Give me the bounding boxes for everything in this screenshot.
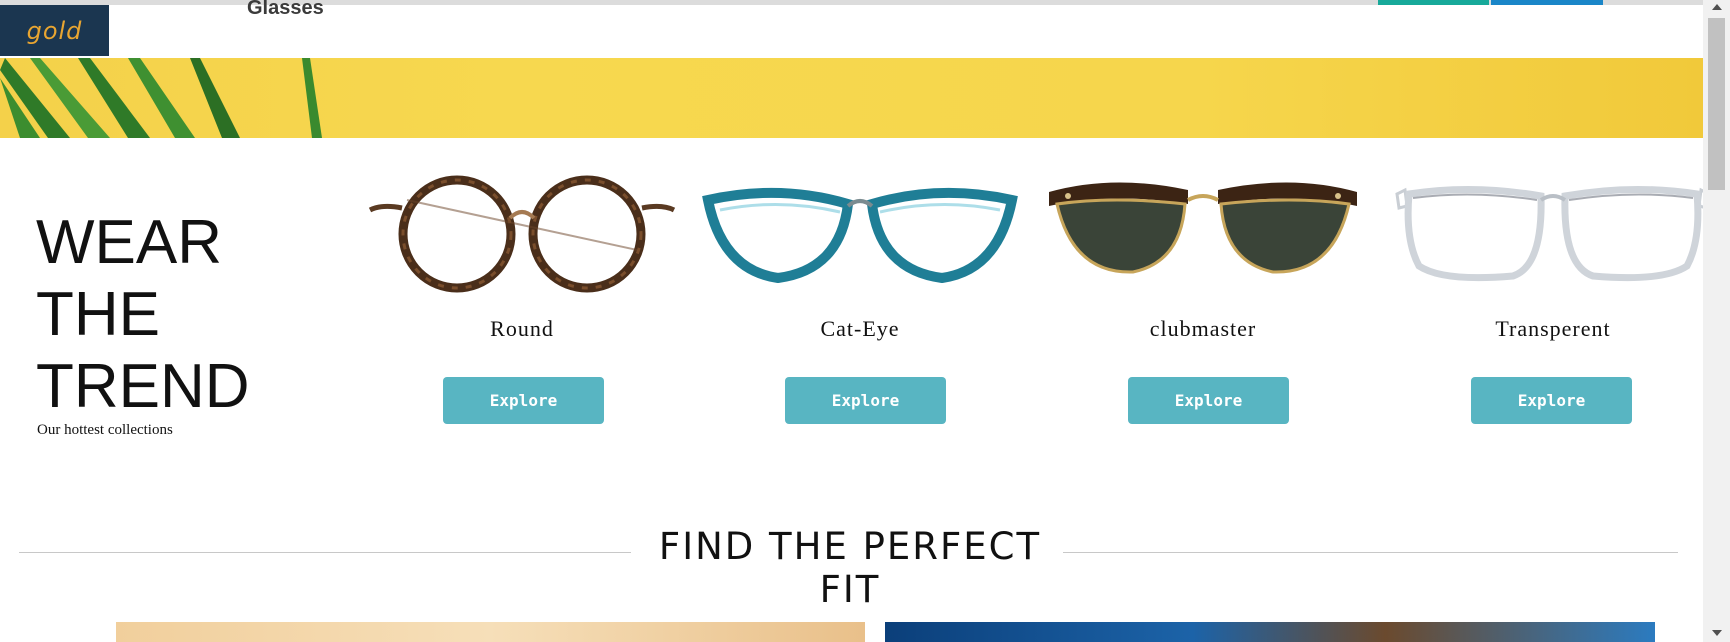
fit-promo-image-left[interactable] [116,622,865,642]
trend-subtitle: Our hottest collections [37,422,173,438]
promo-banner[interactable] [0,58,1703,138]
collection-name-cat-eye: Cat-Eye [820,316,900,341]
explore-button-round[interactable]: Explore [443,377,604,424]
scroll-up-arrow-icon[interactable] [1712,4,1722,10]
collection-name-clubmaster: clubmaster [1149,316,1257,341]
explore-button-transperent[interactable]: Explore [1471,377,1632,424]
scrollbar-thumb[interactable] [1708,18,1725,190]
fit-promo-image-right[interactable] [885,622,1655,642]
collection-name-transperent: Transperent [1495,316,1611,341]
explore-button-clubmaster[interactable]: Explore [1128,377,1289,424]
explore-button-cat-eye[interactable]: Explore [785,377,946,424]
trend-heading: WEAR THE TREND [36,208,250,421]
fit-section-heading: FIND THE PERFECT FIT [658,525,1042,611]
clubmaster-glasses-image[interactable] [1043,170,1363,295]
collection-card-round: Round Explore [362,170,682,440]
brand-logo[interactable]: gold [0,5,109,56]
cat-eye-glasses-image[interactable] [700,170,1020,295]
collection-card-cat-eye: Cat-Eye Explore [700,170,1020,440]
round-glasses-image[interactable] [362,170,682,295]
transparent-glasses-image[interactable] [1393,170,1713,295]
divider-left [19,552,631,553]
scroll-down-arrow-icon[interactable] [1712,630,1722,636]
collection-name-round: Round [490,316,554,341]
brand-logo-text: gold [26,16,83,45]
nav-item-glasses[interactable]: Glasses [247,0,324,20]
collection-card-clubmaster: clubmaster Explore [1043,170,1363,440]
header-accent-teal[interactable] [1378,0,1489,5]
header-accent-blue[interactable] [1491,0,1603,5]
palm-leaf-decoration [0,58,322,138]
page-scrollbar[interactable] [1703,0,1730,642]
collection-card-transperent: Transperent Explore [1393,170,1713,440]
divider-right [1063,552,1678,553]
